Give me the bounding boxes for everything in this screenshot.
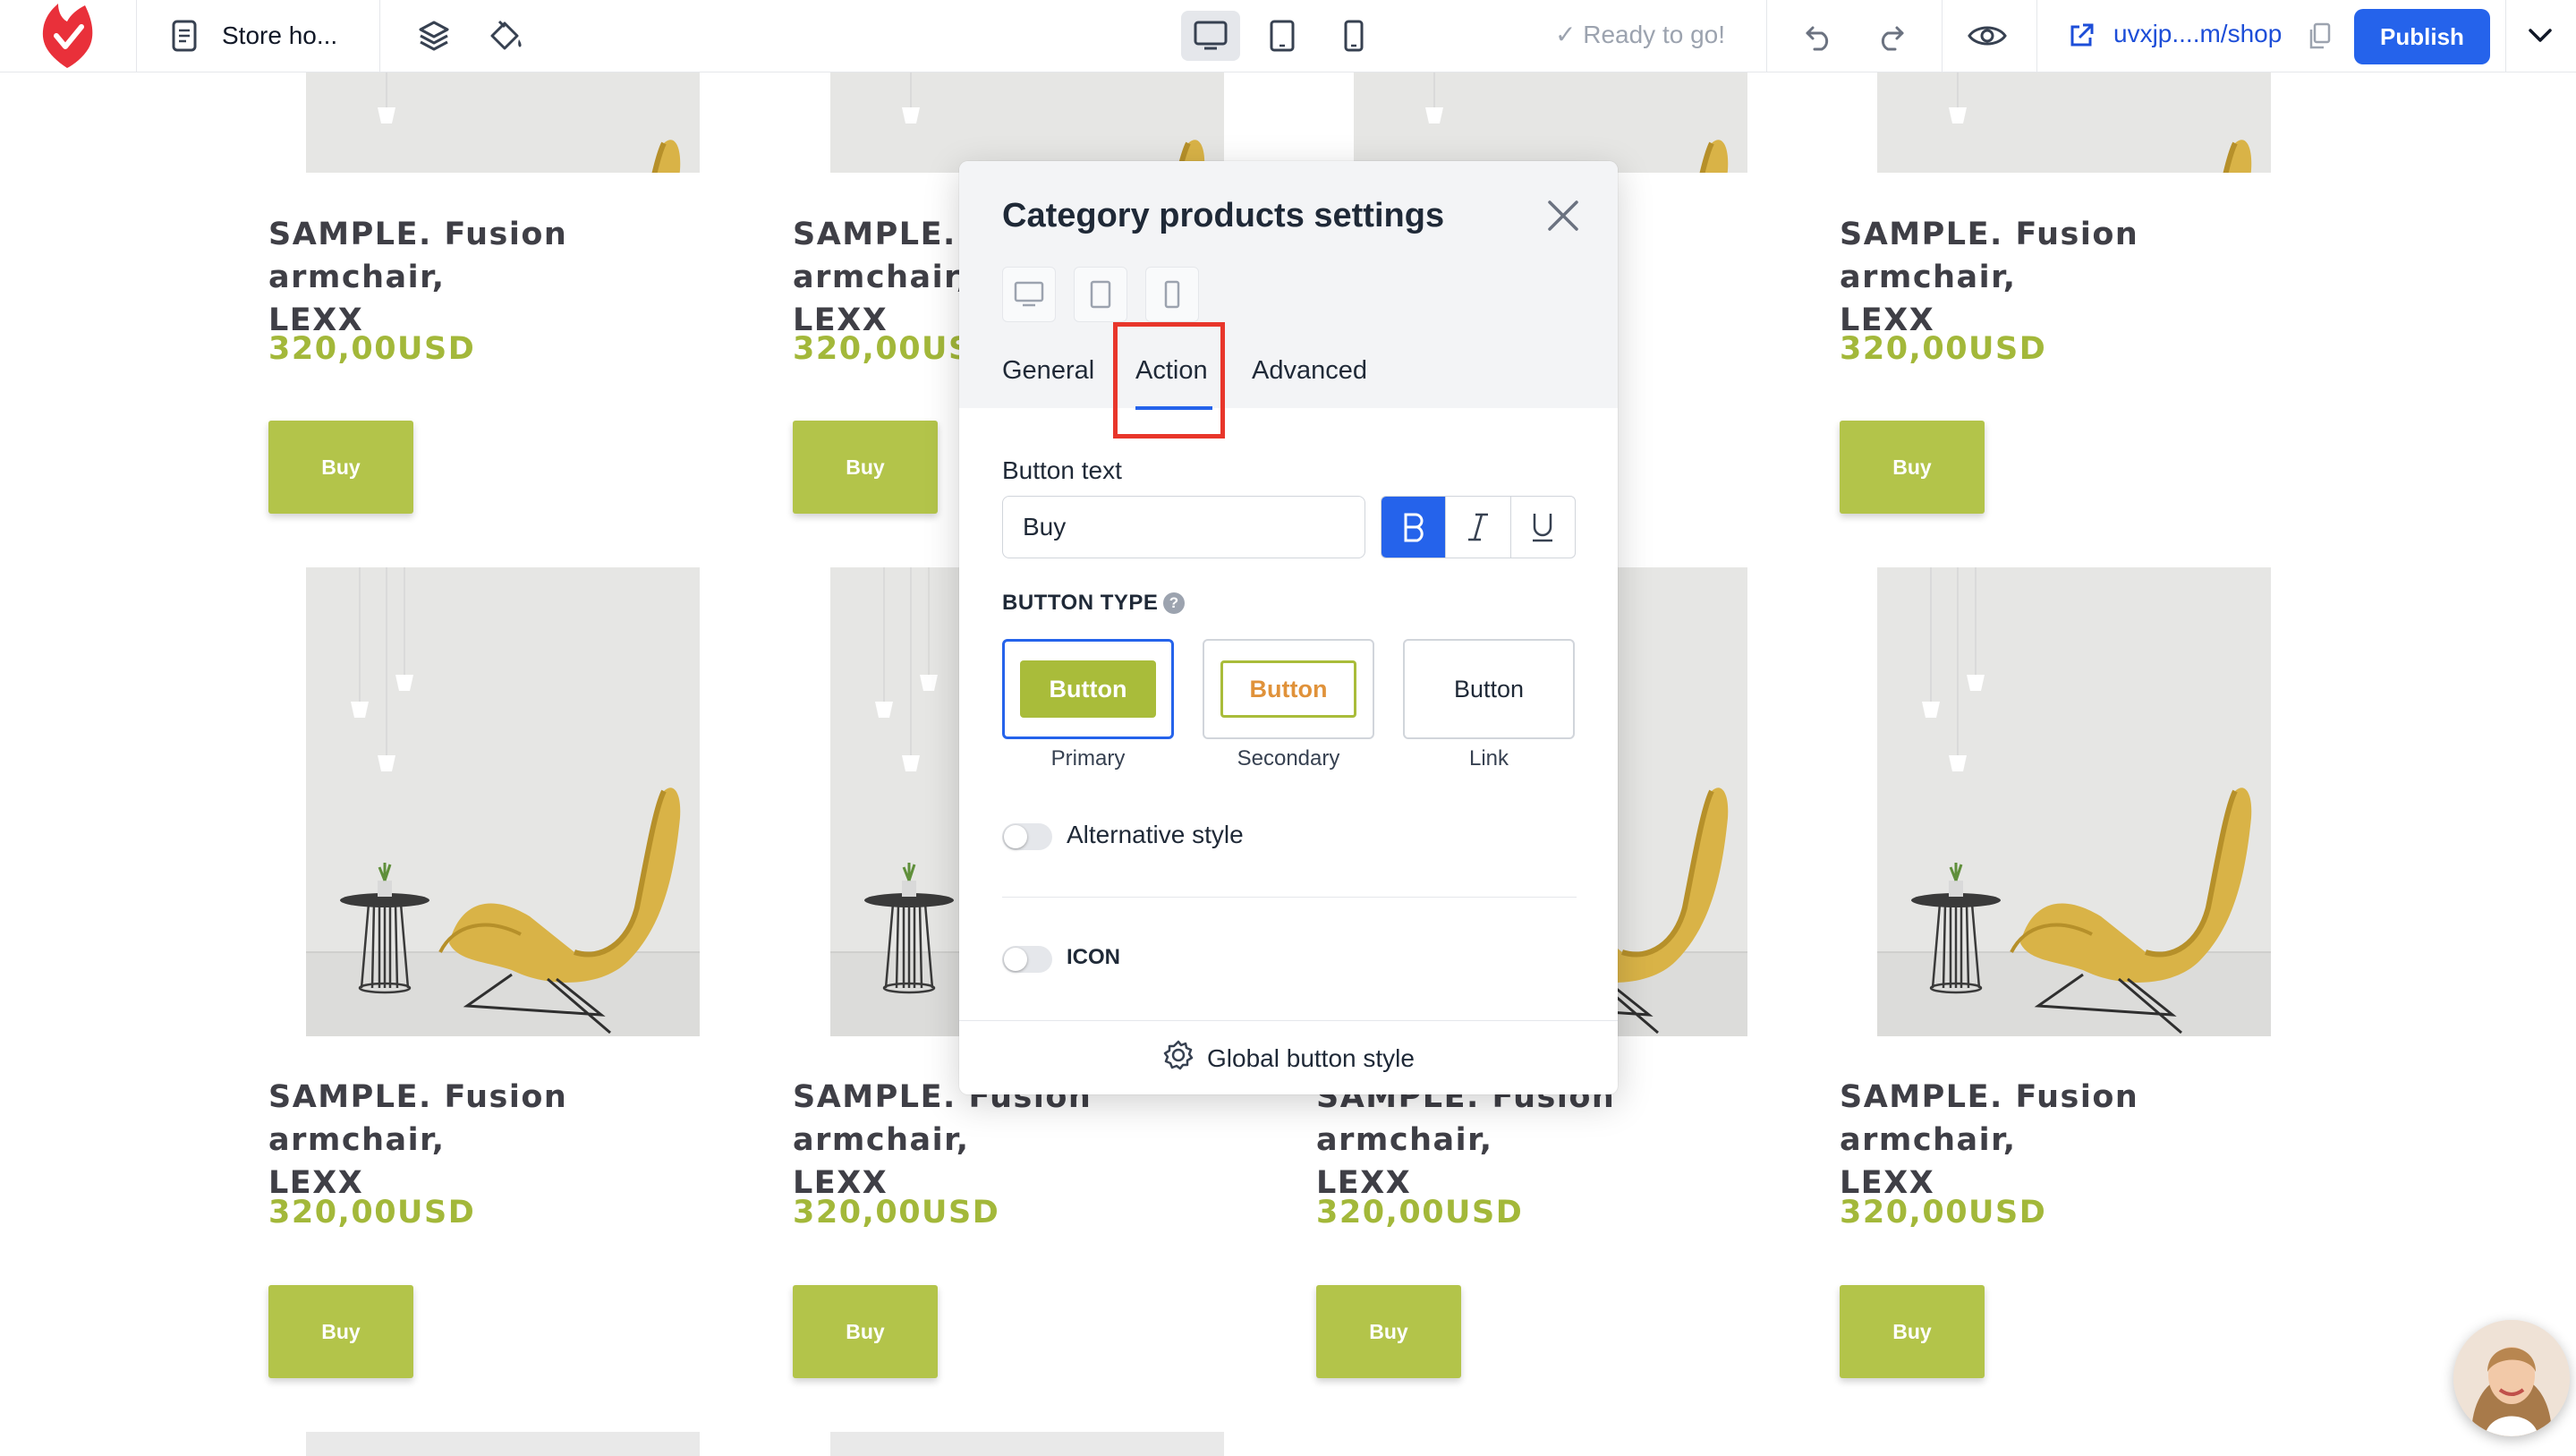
button-text-label: Button text [1002, 456, 1122, 484]
tab-general[interactable]: General [1002, 356, 1094, 386]
buy-button[interactable]: Buy [1840, 1285, 1985, 1378]
publish-button[interactable]: Publish [2354, 9, 2490, 64]
product-image[interactable] [1877, 567, 2271, 1036]
buy-button[interactable]: Buy [793, 1285, 938, 1378]
tablet-icon[interactable] [1253, 11, 1312, 61]
secondary-caption: Secondary [1237, 746, 1340, 771]
product-price: 320,00USD [1840, 1195, 2047, 1230]
panel-tablet-icon[interactable] [1074, 267, 1127, 322]
button-type-secondary[interactable]: Button [1203, 639, 1374, 739]
site-url-link[interactable]: uvxjp....m/shop [2113, 20, 2282, 48]
button-text-input[interactable]: Buy [1002, 496, 1365, 558]
undo-icon[interactable] [1798, 11, 1840, 61]
gear-icon [1162, 1039, 1194, 1077]
product-price: 320,00USD [793, 1195, 1000, 1230]
text-format-group [1381, 496, 1576, 558]
bold-button[interactable] [1382, 497, 1447, 558]
support-chat-avatar[interactable] [2453, 1320, 2570, 1436]
buy-button[interactable]: Buy [1840, 421, 1985, 514]
product-price: 320,00USD [268, 1195, 476, 1230]
icon-toggle[interactable] [1002, 946, 1052, 973]
icon-label: ICON [1067, 945, 1120, 969]
button-type-primary[interactable]: Button [1002, 639, 1174, 739]
close-icon[interactable] [1543, 195, 1584, 236]
external-link-icon[interactable] [2067, 11, 2096, 61]
buy-button[interactable]: Buy [1316, 1285, 1461, 1378]
desktop-icon[interactable] [1181, 11, 1240, 61]
page-icon[interactable] [166, 11, 202, 61]
primary-caption: Primary [1050, 746, 1126, 771]
underline-button[interactable] [1511, 497, 1575, 558]
buy-button[interactable]: Buy [268, 421, 413, 514]
product-title-line1: SAMPLE. Fusion armchair, [268, 1079, 568, 1158]
category-products-settings-panel: Category products settings General Actio… [959, 161, 1618, 1094]
mobile-icon[interactable] [1324, 11, 1383, 61]
alternative-style-label: Alternative style [1067, 821, 1244, 848]
italic-button[interactable] [1446, 497, 1511, 558]
copy-icon[interactable] [2303, 11, 2335, 61]
product-image[interactable] [306, 1432, 700, 1456]
panel-title: Category products settings [1002, 197, 1445, 234]
product-image[interactable] [306, 567, 700, 1036]
brand-logo-icon[interactable] [27, 4, 107, 68]
link-sample: Button [1453, 675, 1525, 702]
product-title-line1: SAMPLE. Fusion armchair, [1840, 1079, 2139, 1158]
buy-button[interactable]: Buy [793, 421, 938, 514]
tab-advanced[interactable]: Advanced [1252, 356, 1367, 386]
product-title[interactable]: SAMPLE. Fusion armchair,LEXX [268, 213, 734, 342]
layers-icon[interactable] [413, 11, 455, 61]
secondary-sample: Button [1220, 660, 1356, 718]
product-title[interactable]: SAMPLE. Fusion armchair,LEXX [268, 1076, 734, 1205]
editor-topbar: Store ho... ✓ Ready to go! uvxjp....m/sh… [0, 0, 2576, 72]
panel-mobile-icon[interactable] [1145, 267, 1199, 322]
action-tab-highlight [1113, 322, 1225, 439]
product-price: 320,00USD [1840, 331, 2047, 367]
product-title[interactable]: SAMPLE. Fusion armchair,LEXX [1840, 1076, 2305, 1205]
section-divider [1002, 897, 1577, 898]
help-icon[interactable]: ? [1163, 592, 1185, 614]
eye-icon[interactable] [1963, 11, 2011, 61]
link-caption: Link [1468, 746, 1509, 771]
button-type-label: BUTTON TYPE [1002, 591, 1159, 615]
paint-bucket-icon[interactable] [483, 11, 528, 61]
button-type-link[interactable]: Button [1403, 639, 1575, 739]
product-image[interactable] [830, 1432, 1224, 1456]
product-title[interactable]: SAMPLE. Fusion armchair,LEXX [793, 1076, 1258, 1205]
global-button-style-label: Global button style [1207, 1043, 1415, 1072]
save-status: ✓ Ready to go! [1555, 21, 1726, 48]
product-title[interactable]: SAMPLE. Fusion armchair,LEXX [1840, 213, 2305, 342]
product-title-line1: SAMPLE. Fusion armchair, [268, 217, 568, 295]
product-title-line1: SAMPLE. Fusion armchair, [1840, 217, 2139, 295]
primary-sample: Button [1020, 660, 1156, 718]
product-price: 320,00USD [268, 331, 476, 367]
global-button-style-link[interactable]: Global button style [959, 1020, 1618, 1094]
page-title-dropdown[interactable]: Store ho... [222, 11, 337, 61]
redo-icon[interactable] [1870, 11, 1911, 61]
panel-desktop-icon[interactable] [1002, 267, 1056, 322]
chevron-down-icon[interactable] [2520, 11, 2561, 61]
alternative-style-toggle[interactable] [1002, 823, 1052, 850]
product-price: 320,00USD [1316, 1195, 1524, 1230]
buy-button[interactable]: Buy [268, 1285, 413, 1378]
product-title[interactable]: SAMPLE. Fusion armchair,LEXX [1316, 1076, 1781, 1205]
